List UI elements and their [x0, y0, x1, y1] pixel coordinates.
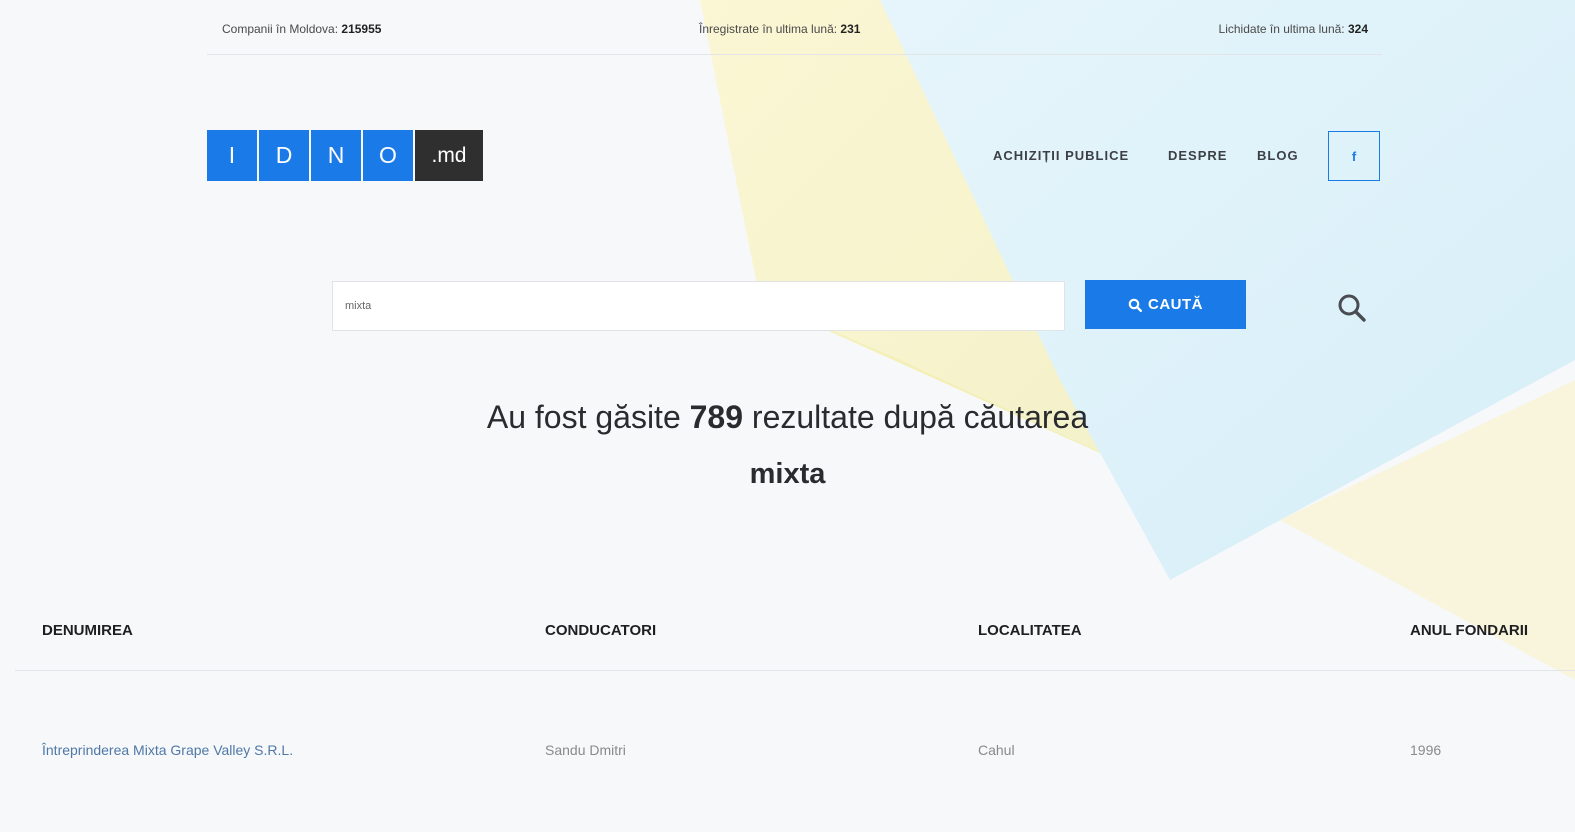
- company-leader: Sandu Dmitri: [545, 742, 626, 758]
- stat-companies: Companii în Moldova: 215955: [222, 22, 381, 36]
- search-button[interactable]: CAUTĂ: [1085, 280, 1246, 329]
- company-name-link[interactable]: Întreprinderea Mixta Grape Valley S.R.L.: [42, 742, 293, 758]
- logo-suffix: .md: [415, 130, 483, 181]
- stat-registered: Înregistrate în ultima lună: 231: [699, 22, 860, 36]
- search-icon: [1128, 298, 1142, 312]
- company-locality: Cahul: [978, 742, 1015, 758]
- logo-letter-d: D: [259, 130, 309, 181]
- facebook-icon: f: [1351, 148, 1357, 164]
- column-header-denumirea: DENUMIREA: [42, 622, 133, 639]
- column-header-conducatori: CONDUCATORI: [545, 622, 657, 639]
- stat-companies-label: Companii în Moldova:: [222, 22, 339, 36]
- results-summary: Au fost găsite 789 rezultate după căutar…: [0, 399, 1575, 436]
- column-header-anul-fondarii: ANUL FONDARII: [1410, 622, 1529, 639]
- logo-letter-i: I: [207, 130, 257, 181]
- company-founding-year: 1996: [1410, 742, 1442, 758]
- nav-despre[interactable]: DESPRE: [1168, 148, 1227, 163]
- stat-companies-value: 215955: [341, 22, 382, 36]
- nav-blog[interactable]: BLOG: [1257, 148, 1299, 163]
- nav-achizitii-publice[interactable]: ACHIZIȚII PUBLICE: [993, 148, 1129, 163]
- results-prefix: Au fost găsite: [486, 399, 681, 435]
- stat-liquidated: Lichidate în ultima lună: 324: [1219, 22, 1368, 36]
- stat-registered-value: 231: [840, 22, 861, 36]
- stat-liquidated-value: 324: [1347, 22, 1368, 36]
- search-button-label: CAUTĂ: [1148, 296, 1203, 313]
- results-count: 789: [689, 399, 744, 435]
- results-suffix: rezultate după căutarea: [751, 399, 1089, 435]
- site-logo[interactable]: I D N O .md: [207, 130, 483, 181]
- stats-bar: Companii în Moldova: 215955 Înregistrate…: [207, 0, 1382, 55]
- stat-liquidated-label: Lichidate în ultima lună:: [1218, 22, 1345, 36]
- logo-letter-o: O: [363, 130, 413, 181]
- logo-letter-n: N: [311, 130, 361, 181]
- results-query: mixta: [749, 458, 826, 490]
- column-header-localitatea: LOCALITATEA: [978, 622, 1082, 639]
- search-input[interactable]: [332, 281, 1065, 331]
- magnifier-icon[interactable]: [1336, 292, 1368, 324]
- stat-registered-label: Înregistrate în ultima lună:: [699, 22, 838, 36]
- table-header-divider: [15, 670, 1575, 671]
- facebook-button[interactable]: f: [1328, 131, 1380, 181]
